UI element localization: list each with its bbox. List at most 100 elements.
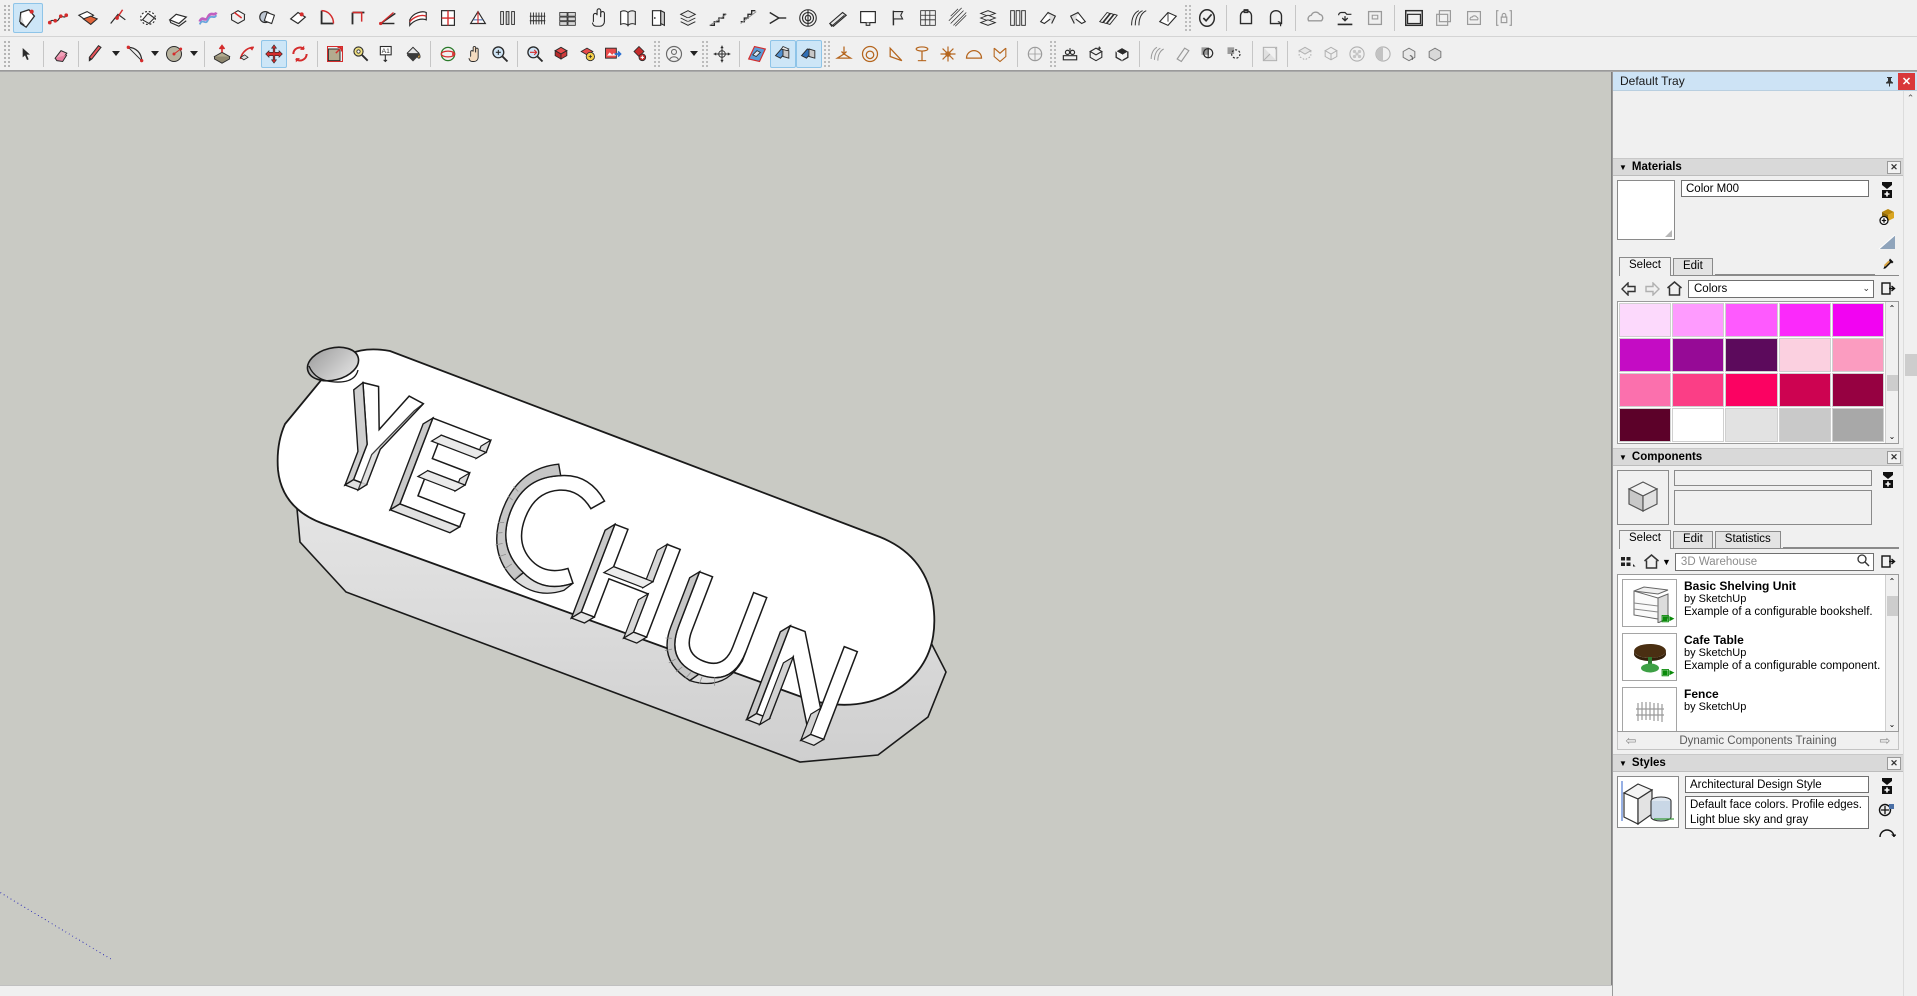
gable-tool[interactable] bbox=[1153, 3, 1183, 33]
hatch-tool[interactable] bbox=[943, 3, 973, 33]
solid-tools-tool[interactable] bbox=[253, 3, 283, 33]
material-swatch[interactable] bbox=[1725, 338, 1778, 372]
book-tool[interactable] bbox=[613, 3, 643, 33]
right-view-tool[interactable] bbox=[909, 40, 935, 68]
back-edges-style-tool[interactable] bbox=[1292, 40, 1318, 68]
model-info-tool[interactable] bbox=[1399, 3, 1429, 33]
stepped-tool[interactable] bbox=[733, 3, 763, 33]
open-from-trimble-tool[interactable] bbox=[1330, 3, 1360, 33]
material-swatch[interactable] bbox=[1672, 408, 1725, 442]
flag-tool[interactable] bbox=[883, 3, 913, 33]
scroll-thumb[interactable] bbox=[1904, 354, 1917, 376]
hand-tool-2[interactable] bbox=[583, 3, 613, 33]
style-name-input[interactable] bbox=[1685, 776, 1869, 793]
toolbar-grip[interactable] bbox=[1184, 4, 1191, 32]
details-icon[interactable] bbox=[1878, 279, 1897, 298]
stack-tool[interactable] bbox=[673, 3, 703, 33]
create-material-icon[interactable] bbox=[1877, 180, 1897, 200]
material-swatch[interactable] bbox=[1831, 373, 1884, 407]
trimble-connect-tool[interactable] bbox=[1300, 3, 1330, 33]
pan-tool[interactable] bbox=[461, 40, 487, 68]
wall-tool[interactable] bbox=[553, 3, 583, 33]
component-search-input[interactable]: 3D Warehouse bbox=[1674, 552, 1874, 571]
monochrome-style-tool[interactable] bbox=[1422, 40, 1448, 68]
sheets-tool[interactable] bbox=[1093, 3, 1123, 33]
material-swatch[interactable] bbox=[1831, 338, 1884, 372]
scroll-down-icon[interactable]: ⌄ bbox=[1904, 990, 1917, 996]
scroll-up-icon[interactable]: ⌃ bbox=[1904, 91, 1917, 106]
material-swatch[interactable] bbox=[1619, 338, 1672, 372]
material-swatch[interactable] bbox=[1619, 408, 1672, 442]
opacity-ramp-icon[interactable] bbox=[1877, 232, 1897, 252]
tab-materials-edit[interactable]: Edit bbox=[1672, 258, 1713, 275]
section-plane-tool[interactable] bbox=[744, 40, 770, 68]
tab-components-select[interactable]: Select bbox=[1619, 530, 1671, 549]
toolbar-grip[interactable] bbox=[3, 39, 11, 68]
xray-style-tool[interactable] bbox=[1257, 40, 1283, 68]
extension-manager-tool[interactable] bbox=[1261, 3, 1291, 33]
collapse-triangle-icon[interactable]: ▼ bbox=[1619, 759, 1627, 768]
unfold-tool[interactable] bbox=[1063, 3, 1093, 33]
material-swatch[interactable] bbox=[1672, 303, 1725, 337]
swatch-scrollbar[interactable]: ⌃ ⌄ bbox=[1885, 302, 1898, 443]
tab-components-statistics[interactable]: Statistics bbox=[1714, 531, 1781, 548]
from-scratch-tool[interactable] bbox=[73, 3, 103, 33]
grid-tool[interactable] bbox=[913, 3, 943, 33]
component-name-field[interactable] bbox=[1674, 470, 1872, 486]
material-swatch[interactable] bbox=[1831, 408, 1884, 442]
slope-tool[interactable] bbox=[763, 3, 793, 33]
shapes-dropdown-icon[interactable] bbox=[187, 40, 200, 68]
search-icon[interactable] bbox=[1856, 553, 1870, 570]
account-tool[interactable] bbox=[661, 40, 687, 68]
add-location-tool[interactable] bbox=[574, 40, 600, 68]
back-arrow-icon[interactable] bbox=[1619, 279, 1638, 298]
flip-edge-tool[interactable] bbox=[223, 3, 253, 33]
orbit-tool[interactable] bbox=[435, 40, 461, 68]
top-view-tool[interactable] bbox=[857, 40, 883, 68]
material-package-icon[interactable] bbox=[1877, 206, 1897, 226]
component-list-item[interactable]: ▣▸ Basic Shelving Unit by SketchUp Example … bbox=[1618, 575, 1885, 629]
arc-tool[interactable] bbox=[122, 40, 148, 68]
keychain-model[interactable] bbox=[0, 72, 1612, 985]
pager-next-icon[interactable]: ⇨ bbox=[1872, 733, 1898, 749]
display-section-cuts-tool[interactable] bbox=[796, 39, 822, 68]
view-options-icon[interactable] bbox=[1619, 552, 1638, 571]
forward-arrow-icon[interactable] bbox=[1642, 279, 1661, 298]
home-icon[interactable] bbox=[1665, 279, 1684, 298]
scroll-track[interactable] bbox=[1903, 106, 1917, 990]
paint-bucket-tool[interactable] bbox=[400, 40, 426, 68]
panel-tool[interactable] bbox=[1003, 3, 1033, 33]
follow-me-tool[interactable] bbox=[235, 40, 261, 68]
interact-tool[interactable] bbox=[1057, 40, 1083, 68]
create-component-icon[interactable] bbox=[1878, 470, 1898, 490]
text-tool[interactable]: A1 bbox=[374, 40, 400, 68]
scroll-down-icon[interactable]: ⌄ bbox=[1886, 718, 1898, 731]
components-panel-header[interactable]: ▼ Components ✕ bbox=[1613, 449, 1903, 466]
smoove-tool[interactable] bbox=[103, 3, 133, 33]
material-swatch[interactable] bbox=[1778, 303, 1831, 337]
component-description-field[interactable] bbox=[1674, 490, 1872, 525]
scroll-track[interactable] bbox=[1886, 315, 1898, 430]
shaded-style-tool[interactable] bbox=[1370, 40, 1396, 68]
move-tool[interactable] bbox=[261, 39, 287, 68]
shaded-texture-style-tool[interactable] bbox=[1396, 40, 1422, 68]
screen-tool[interactable] bbox=[853, 3, 883, 33]
scroll-thumb[interactable] bbox=[1887, 596, 1898, 616]
component-results-list[interactable]: ▣▸ Basic Shelving Unit by SketchUp Example … bbox=[1617, 574, 1899, 732]
fence-thumbnail[interactable] bbox=[1622, 687, 1677, 731]
component-list-item[interactable]: Fence by SketchUp bbox=[1618, 683, 1885, 731]
styles-panel-header[interactable]: ▼ Styles ✕ bbox=[1613, 755, 1903, 772]
material-swatch[interactable] bbox=[1778, 338, 1831, 372]
chevron-down-icon[interactable]: ▼ bbox=[1662, 557, 1671, 567]
components-close-icon[interactable]: ✕ bbox=[1887, 450, 1901, 464]
rotate-tool[interactable] bbox=[287, 40, 313, 68]
shadows-tool[interactable] bbox=[1196, 40, 1222, 68]
component-preview-thumbnail[interactable] bbox=[1617, 470, 1669, 525]
collapse-triangle-icon[interactable]: ▼ bbox=[1619, 163, 1627, 172]
lock-model-tool[interactable] bbox=[1489, 3, 1519, 33]
photo-texture-tool[interactable] bbox=[600, 40, 626, 68]
stamp-tool[interactable] bbox=[133, 3, 163, 33]
scale-tool[interactable] bbox=[322, 40, 348, 68]
arc-dropdown-icon[interactable] bbox=[148, 40, 161, 68]
add-detail-tool[interactable] bbox=[193, 3, 223, 33]
